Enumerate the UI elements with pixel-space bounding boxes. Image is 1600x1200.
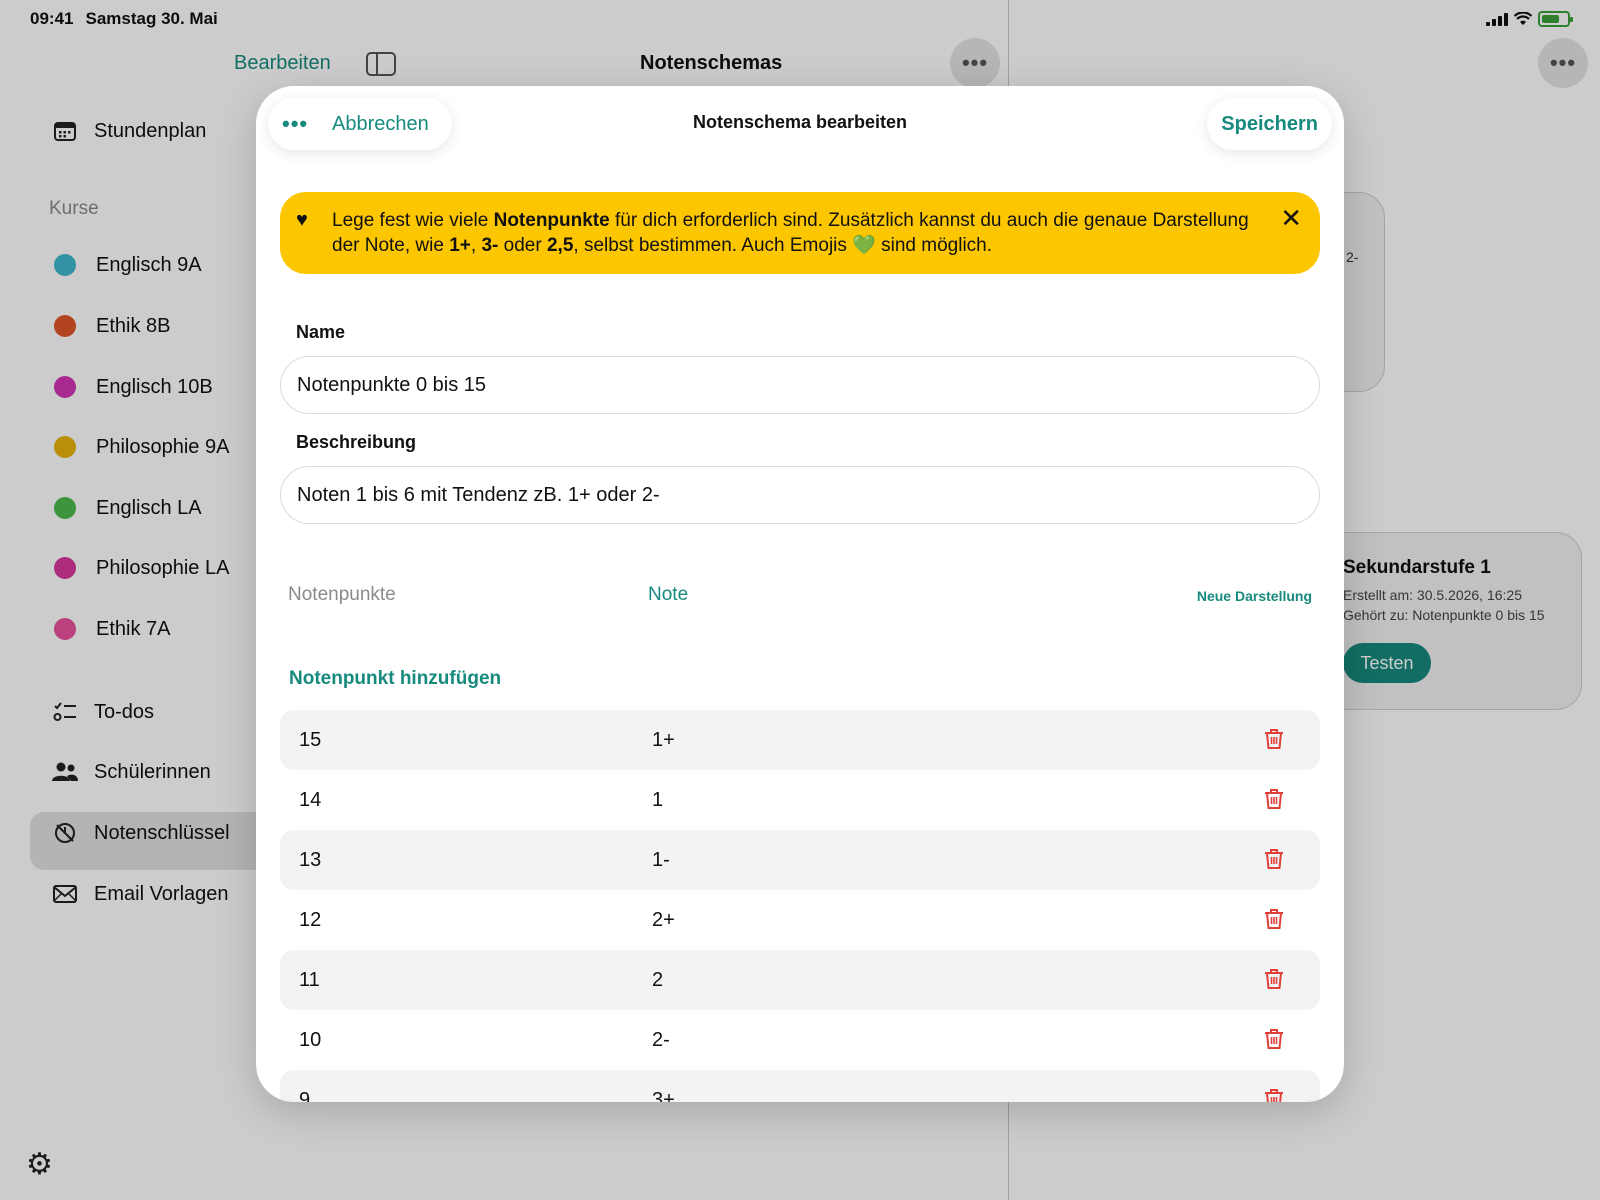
grade-points-value: 11: [299, 968, 320, 991]
grade-value: 2: [652, 968, 664, 991]
name-label: Name: [296, 322, 346, 342]
table-row[interactable]: 13 1-: [280, 830, 1320, 890]
grade-points-value: 10: [299, 1028, 322, 1051]
table-row[interactable]: 12 2+: [280, 890, 1320, 950]
name-field[interactable]: Notenpunkte 0 bis 15: [280, 356, 1320, 414]
table-row[interactable]: 14 1: [280, 770, 1320, 830]
table-row[interactable]: 10 2-: [280, 1010, 1320, 1070]
trash-icon[interactable]: [1264, 848, 1284, 876]
grade-points-value: 12: [299, 908, 322, 931]
info-banner: ♥ Lege fest wie viele Notenpunkte für di…: [280, 192, 1320, 274]
grade-value: 2-: [652, 1028, 670, 1051]
trash-icon[interactable]: [1264, 788, 1284, 816]
column-header-points: Notenpunkte: [288, 584, 396, 605]
trash-icon[interactable]: [1264, 908, 1284, 936]
trash-icon[interactable]: [1264, 728, 1284, 756]
trash-icon[interactable]: [1264, 1028, 1284, 1056]
close-icon[interactable]: ✕: [1280, 205, 1302, 231]
new-display-button[interactable]: Neue Darstellung: [1197, 588, 1312, 604]
description-field[interactable]: Noten 1 bis 6 mit Tendenz zB. 1+ oder 2-: [280, 466, 1320, 524]
grade-points-value: 15: [299, 728, 322, 751]
table-row[interactable]: 9 3+: [280, 1070, 1320, 1102]
banner-text: Lege fest wie viele Notenpunkte für dich…: [332, 210, 1249, 256]
sheet-title: Notenschema bearbeiten: [692, 112, 908, 132]
green-heart-emoji: 💚: [852, 235, 876, 256]
grade-points-value: 13: [299, 848, 322, 871]
description-label: Beschreibung: [296, 432, 417, 452]
grade-points-value: 14: [299, 788, 322, 811]
column-header-grade: Note: [648, 584, 689, 605]
grade-value: 1+: [652, 728, 675, 751]
grade-points-value: 9: [299, 1088, 311, 1103]
trash-icon[interactable]: [1264, 968, 1284, 996]
save-button[interactable]: Speichern: [1207, 98, 1332, 150]
grade-value: 1: [652, 788, 664, 811]
table-row[interactable]: 15 1+: [280, 710, 1320, 770]
heart-icon: ♥: [296, 209, 308, 231]
add-grade-point-button[interactable]: Notenpunkt hinzufügen: [289, 668, 501, 690]
grade-value: 1-: [652, 848, 670, 871]
grade-value: 3+: [652, 1088, 675, 1103]
trash-icon[interactable]: [1264, 1088, 1284, 1102]
edit-grading-scheme-sheet: ••• Abbrechen Notenschema bearbeiten Spe…: [256, 86, 1344, 1102]
grade-points-list: 15 1+ 14 1 13 1- 12 2+ 11 2 10 2- 9 3+: [280, 710, 1320, 1102]
table-row[interactable]: 11 2: [280, 950, 1320, 1010]
grade-value: 2+: [652, 908, 675, 931]
